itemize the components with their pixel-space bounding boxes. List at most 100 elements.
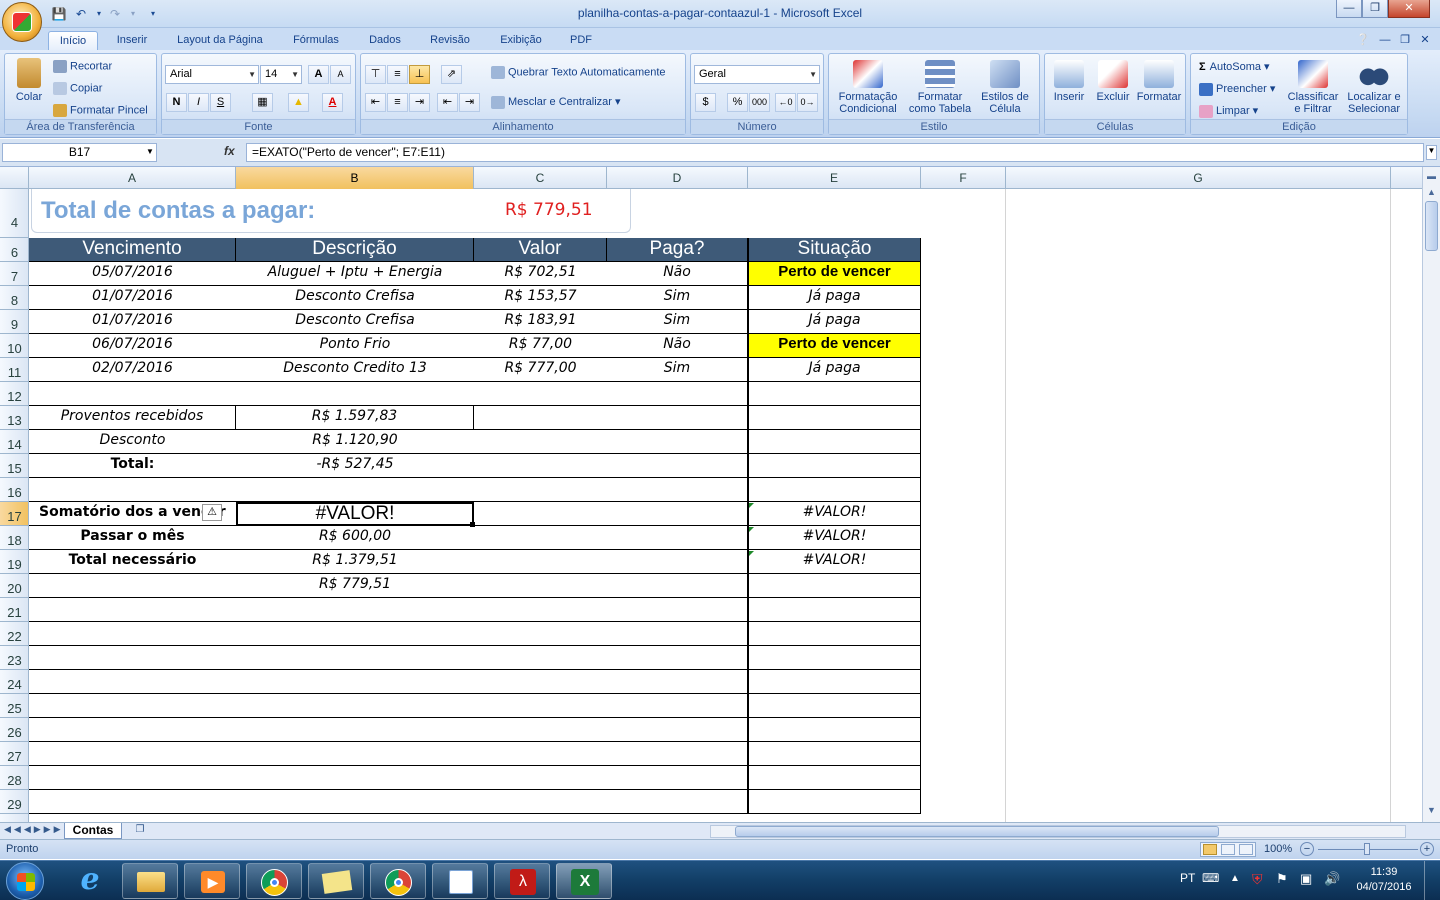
row-header[interactable]: 14: [0, 430, 28, 454]
notes-taskbar-button[interactable]: [308, 863, 364, 899]
volume-icon[interactable]: 🔊: [1324, 871, 1340, 887]
grow-font-button[interactable]: A: [308, 65, 329, 84]
row-header[interactable]: 6: [0, 238, 28, 262]
cell-situacao[interactable]: Perto de vencer: [748, 334, 921, 358]
expand-formula-icon[interactable]: ▼: [1426, 145, 1437, 160]
empty-row[interactable]: [29, 670, 748, 694]
row-header[interactable]: 22: [0, 622, 28, 646]
sort-filter-button[interactable]: Classificar e Filtrar: [1285, 60, 1341, 115]
cell-paga[interactable]: Não: [607, 262, 748, 286]
cell-vencimento[interactable]: 02/07/2016: [29, 358, 236, 382]
fill-color-icon[interactable]: ▲: [288, 93, 309, 112]
column-header-a[interactable]: A: [29, 167, 236, 189]
shrink-font-button[interactable]: A: [330, 65, 351, 84]
empty-cell[interactable]: [748, 742, 921, 766]
clear-button[interactable]: Limpar ▾: [1199, 104, 1258, 118]
language-indicator[interactable]: PT: [1180, 871, 1195, 885]
restore-button[interactable]: ❐: [1362, 0, 1388, 18]
cell-vencimento[interactable]: 05/07/2016: [29, 262, 236, 286]
empty-cell[interactable]: [474, 574, 748, 598]
header-valor[interactable]: Valor: [474, 238, 607, 262]
formula-input[interactable]: =EXATO("Perto de vencer"; E7:E11): [246, 143, 1424, 162]
empty-cell[interactable]: [29, 574, 236, 598]
column-header-b[interactable]: B: [236, 167, 474, 189]
passar-e[interactable]: #VALOR!: [748, 526, 921, 550]
format-as-table-button[interactable]: Formatar como Tabela: [907, 60, 973, 115]
empty-row[interactable]: [29, 382, 748, 406]
row-header[interactable]: 4: [0, 189, 28, 238]
row-header[interactable]: 17: [0, 502, 28, 526]
merge-center-button[interactable]: Mesclar e Centralizar ▾: [491, 95, 621, 109]
vertical-scrollbar[interactable]: ▬ ▲ ▼: [1422, 167, 1440, 822]
header-descricao[interactable]: Descrição: [236, 238, 474, 262]
row-header[interactable]: 26: [0, 718, 28, 742]
wrap-text-button[interactable]: Quebrar Texto Automaticamente: [491, 66, 666, 79]
chevron-down-icon[interactable]: ▼: [146, 147, 154, 156]
thousands-button[interactable]: 000: [749, 93, 770, 112]
cell-vencimento[interactable]: 06/07/2016: [29, 334, 236, 358]
align-center-icon[interactable]: ≡: [387, 93, 408, 112]
necessario-value[interactable]: R$ 1.379,51: [236, 550, 474, 574]
scroll-down-icon[interactable]: ▼: [1424, 805, 1439, 819]
tab-inserir[interactable]: Inserir: [106, 31, 158, 50]
copy-button[interactable]: Copiar: [53, 82, 102, 95]
ribbon-restore-icon[interactable]: ❐: [1398, 31, 1412, 50]
row-header[interactable]: 19: [0, 550, 28, 574]
zoom-thumb[interactable]: [1364, 843, 1370, 855]
cell-valor[interactable]: R$ 153,57: [474, 286, 607, 310]
font-size-select[interactable]: 14 ▼: [260, 65, 302, 84]
cell-valor[interactable]: R$ 77,00: [474, 334, 607, 358]
row-header[interactable]: 28: [0, 766, 28, 790]
insert-sheet-icon[interactable]: ❐: [130, 824, 150, 838]
keyboard-icon[interactable]: ⌨: [1202, 871, 1219, 885]
sheet-tab-contas[interactable]: Contas: [64, 823, 122, 839]
select-all-corner[interactable]: [0, 167, 29, 189]
necessario-label[interactable]: Total necessário: [29, 550, 236, 574]
office-button[interactable]: [2, 2, 42, 42]
row-header[interactable]: 16: [0, 478, 28, 502]
tab-layout[interactable]: Layout da Página: [166, 31, 274, 50]
empty-row[interactable]: [29, 598, 748, 622]
conditional-format-button[interactable]: Formatação Condicional: [833, 60, 903, 115]
column-header-e[interactable]: E: [748, 167, 921, 189]
close-button[interactable]: ✕: [1388, 0, 1430, 18]
format-painter-button[interactable]: Formatar Pincel: [53, 104, 148, 117]
empty-row[interactable]: [29, 478, 748, 502]
empty-cell[interactable]: [748, 478, 921, 502]
name-box[interactable]: B17: [2, 143, 157, 162]
cell-styles-button[interactable]: Estilos de Célula: [975, 60, 1035, 115]
row-header[interactable]: 25: [0, 694, 28, 718]
empty-cell[interactable]: [748, 598, 921, 622]
column-header-g[interactable]: G: [1006, 167, 1391, 189]
horizontal-scrollbar[interactable]: [710, 825, 1406, 838]
autosum-button[interactable]: Σ AutoSoma ▾: [1199, 60, 1270, 73]
cell-vencimento[interactable]: 01/07/2016: [29, 286, 236, 310]
proventos-value[interactable]: R$ 1.597,83: [236, 406, 474, 430]
empty-cell[interactable]: [748, 574, 921, 598]
chrome2-taskbar-button[interactable]: [370, 863, 426, 899]
sheet-nav-icon[interactable]: ◀◀◀▶▶▶: [4, 824, 64, 835]
necessario-e[interactable]: #VALOR!: [748, 550, 921, 574]
cell-situacao[interactable]: Já paga: [748, 310, 921, 334]
cell-vencimento[interactable]: 01/07/2016: [29, 310, 236, 334]
show-desktop-button[interactable]: [1424, 861, 1440, 900]
cell-situacao[interactable]: Já paga: [748, 286, 921, 310]
explorer-taskbar-button[interactable]: [122, 863, 178, 899]
cell-situacao[interactable]: Já paga: [748, 358, 921, 382]
orientation-icon[interactable]: ⇗: [441, 65, 462, 84]
row-header[interactable]: 9: [0, 310, 28, 334]
align-left-icon[interactable]: ⇤: [365, 93, 386, 112]
tab-revisao[interactable]: Revisão: [420, 31, 480, 50]
cell-paga[interactable]: Não: [607, 334, 748, 358]
italic-button[interactable]: I: [188, 93, 209, 112]
cell-descricao[interactable]: Ponto Frio: [236, 334, 474, 358]
scroll-thumb[interactable]: [1425, 201, 1438, 251]
cell-descricao[interactable]: Desconto Credito 13: [236, 358, 474, 382]
empty-cell[interactable]: [748, 718, 921, 742]
page-break-icon[interactable]: [1239, 844, 1253, 855]
empty-cell[interactable]: [748, 382, 921, 406]
empty-cell[interactable]: [748, 790, 921, 814]
cell-descricao[interactable]: Desconto Crefisa: [236, 286, 474, 310]
empty-cell[interactable]: [474, 454, 748, 478]
minimize-button[interactable]: —: [1336, 0, 1362, 18]
